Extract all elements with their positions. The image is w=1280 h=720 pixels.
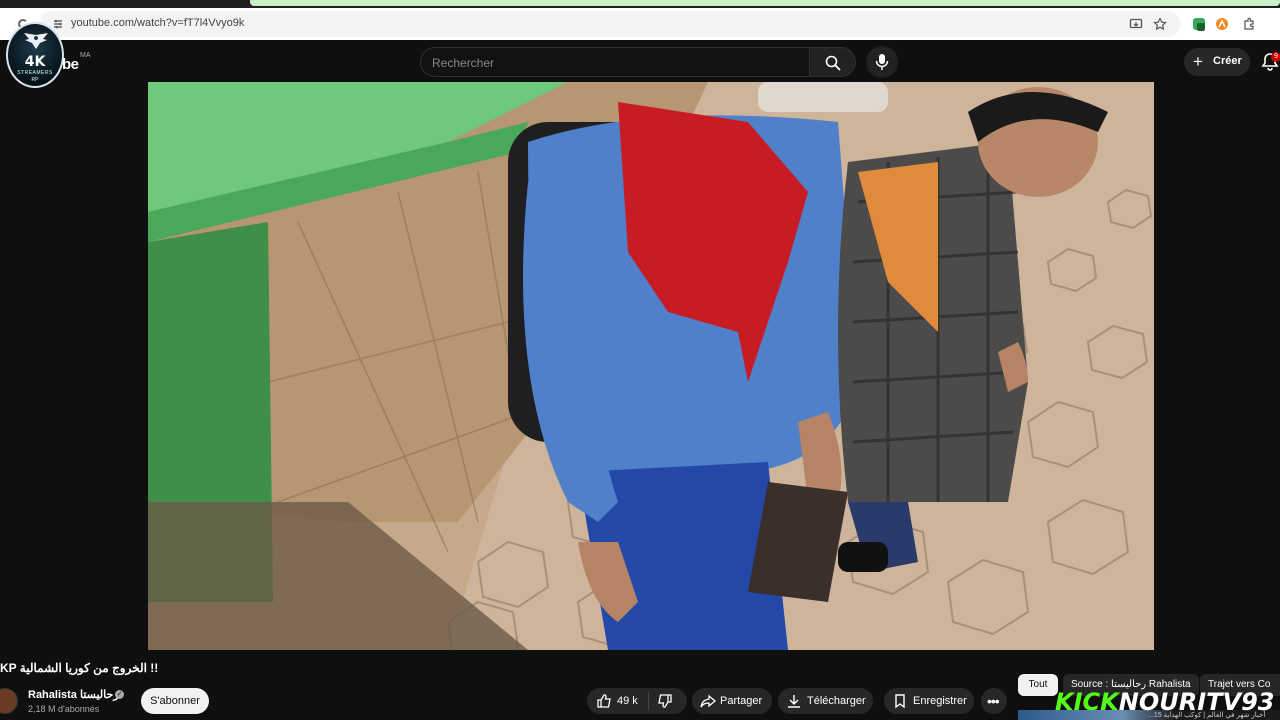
notification-count-badge: 9 xyxy=(1271,52,1280,62)
youtube-logo-text[interactable]: be xyxy=(62,56,79,73)
like-thumb-icon[interactable] xyxy=(596,693,612,709)
plus-icon: + xyxy=(1193,52,1203,71)
download-button[interactable]: Télécharger xyxy=(778,688,873,714)
active-tab-accent xyxy=(250,0,1280,6)
dislike-thumb-icon[interactable] xyxy=(657,693,673,709)
create-button[interactable]: + Créer xyxy=(1184,48,1250,76)
eagle-emblem-icon xyxy=(24,33,48,49)
badge-sub-text: STREAMERS xyxy=(17,70,53,76)
chip-all[interactable]: Tout xyxy=(1018,674,1058,696)
search-icon xyxy=(825,55,841,71)
more-dots-icon: ••• xyxy=(987,693,1000,709)
channel-avatar[interactable] xyxy=(0,688,18,714)
extension-green-icon[interactable] xyxy=(1192,17,1206,31)
download-label: Télécharger xyxy=(807,695,866,707)
badge-sub2-text: RP xyxy=(31,77,39,83)
channel-name[interactable]: Rahalista رحاليستا xyxy=(28,688,119,701)
video-player[interactable] xyxy=(148,82,1154,650)
save-label: Enregistrer xyxy=(913,695,967,707)
install-app-icon[interactable] xyxy=(1129,17,1143,31)
share-arrow-icon xyxy=(700,694,716,708)
microphone-icon xyxy=(875,54,889,70)
share-button[interactable]: Partager xyxy=(692,688,772,714)
url-text: youtube.com/watch?v=fT7l4Vvyo9k xyxy=(71,17,245,29)
verified-check-icon: ✓ xyxy=(115,690,124,699)
subscriber-count: 2,18 M d'abonnés xyxy=(28,704,100,714)
stream-watermark: KICKNOURITV93 xyxy=(1055,688,1274,718)
search-input[interactable]: Rechercher xyxy=(420,47,810,77)
watermark-handle: NOURITV93 xyxy=(1118,688,1275,716)
search-placeholder: Rechercher xyxy=(432,56,495,70)
share-label: Partager xyxy=(720,695,763,707)
site-info-icon[interactable] xyxy=(52,18,64,30)
download-icon xyxy=(788,695,800,708)
create-label: Créer xyxy=(1213,55,1242,67)
save-playlist-icon xyxy=(895,694,905,709)
search-button[interactable] xyxy=(810,47,856,77)
video-frame xyxy=(148,82,1154,650)
more-actions-button[interactable]: ••• xyxy=(981,688,1007,714)
streamer-badge-logo: 4K STREAMERS RP xyxy=(6,22,64,88)
like-divider xyxy=(648,692,649,710)
like-dislike-group: 49 k xyxy=(587,688,687,714)
subscribe-button[interactable]: S'abonner xyxy=(141,688,209,714)
save-button[interactable]: Enregistrer xyxy=(884,688,974,714)
badge-main-text: 4K xyxy=(24,54,46,70)
country-code: MA xyxy=(80,52,91,59)
like-count[interactable]: 49 k xyxy=(617,695,638,707)
watermark-kick: KICK xyxy=(1055,688,1119,716)
browser-toolbar: youtube.com/watch?v=fT7l4Vvyo9k xyxy=(0,8,1280,40)
voice-search-button[interactable] xyxy=(866,46,898,78)
bookmark-star-icon[interactable] xyxy=(1153,17,1167,31)
video-title: KP الخروج من كوريا الشمالية !! xyxy=(0,661,159,675)
extensions-puzzle-icon[interactable] xyxy=(1242,17,1256,31)
browser-tabstrip xyxy=(0,0,1280,8)
extension-orange-icon[interactable] xyxy=(1215,17,1229,31)
